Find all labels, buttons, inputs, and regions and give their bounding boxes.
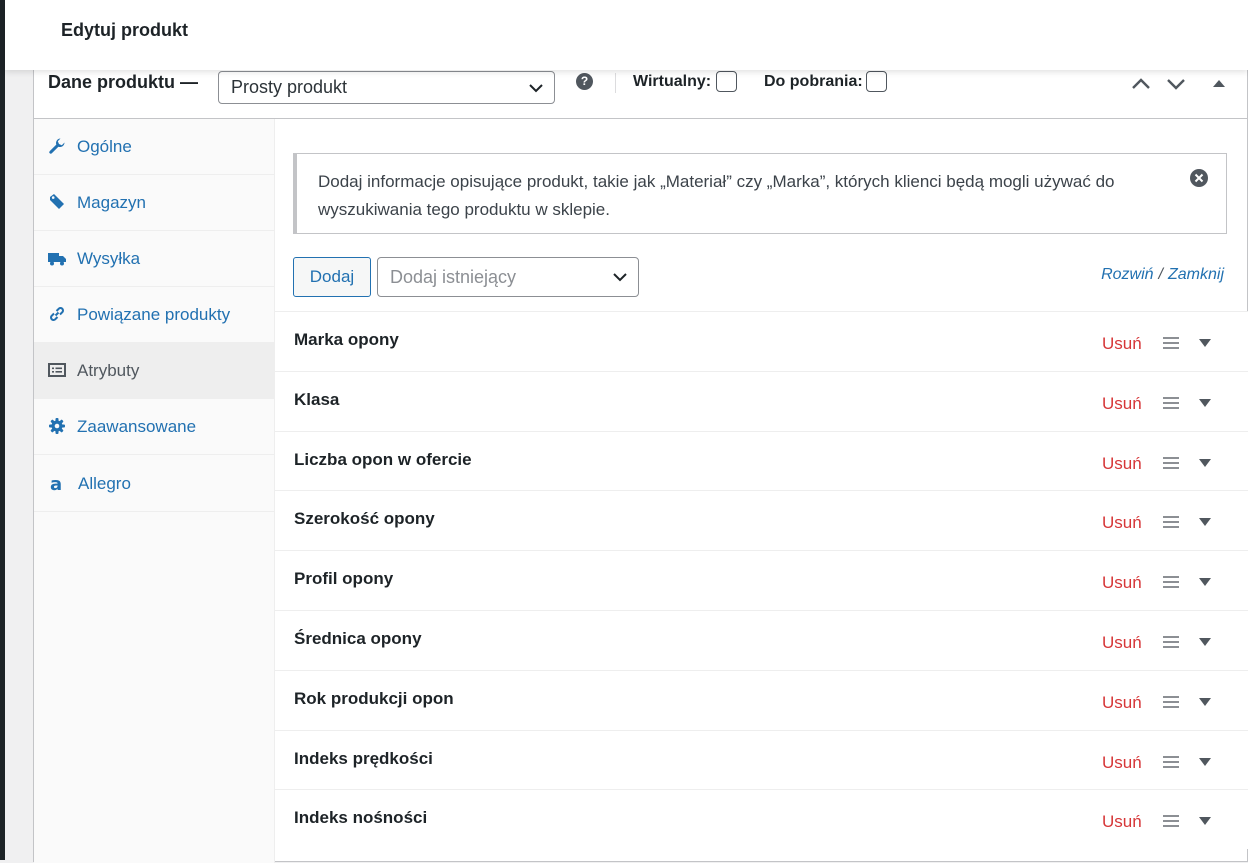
sidebar-item-label: Atrybuty [77,361,140,380]
product-data-label: Dane produktu — [48,72,199,92]
attribute-row[interactable]: Profil opony Usuń [275,550,1248,610]
attributes-panel: Dodaj informacje opisujące produkt, taki… [275,119,1248,863]
admin-menu-edge [0,0,5,860]
remove-attribute-link[interactable]: Usuń [1102,334,1142,354]
sidebar-item-label: Wysyłka [77,249,141,268]
chevron-up-icon[interactable] [1130,73,1152,95]
sidebar-item-allegro[interactable]: a Allegro [34,455,275,512]
product-type-value: Prosty produkt [231,77,348,97]
link-separator: / [1158,266,1163,283]
attribute-name[interactable]: Indeks prędkości [294,749,433,769]
attribute-name[interactable]: Profil opony [294,569,393,589]
remove-attribute-link[interactable]: Usuń [1102,693,1142,713]
attribute-row[interactable]: Średnica opony Usuń [275,610,1248,670]
chevron-down-icon [529,84,543,93]
attribute-row[interactable]: Indeks prędkości Usuń [275,730,1248,790]
drag-handle-icon[interactable] [1163,815,1179,827]
collapse-all-link[interactable]: Zamknij [1168,266,1224,283]
sidebar-item-label: Allegro [78,474,131,493]
product-data-panel: Dane produktu — Prosty produkt ? Wirtual… [33,62,1248,863]
expand-triangle-icon[interactable] [1198,398,1212,408]
expand-all-link[interactable]: Rozwiń [1101,266,1153,283]
tag-icon [50,194,64,209]
gear-icon [49,418,65,434]
expand-triangle-icon[interactable] [1198,637,1212,647]
downloadable-checkbox[interactable] [866,71,887,92]
attribute-name[interactable]: Marka opony [294,330,399,350]
sidebar-item-label: Ogólne [77,137,132,156]
remove-attribute-link[interactable]: Usuń [1102,454,1142,474]
attribute-row[interactable]: Rok produkcji opon Usuń [275,670,1248,730]
remove-attribute-link[interactable]: Usuń [1102,753,1142,773]
expand-triangle-icon[interactable] [1198,458,1212,468]
drag-handle-icon[interactable] [1163,457,1179,469]
sidebar-item-label: Zaawansowane [77,417,197,436]
attribute-name[interactable]: Klasa [294,390,339,410]
expand-triangle-icon[interactable] [1198,697,1212,707]
sidebar-item-attributes[interactable]: Atrybuty [34,343,275,399]
attribute-row[interactable]: Marka opony Usuń [275,311,1248,371]
svg-text:a: a [50,474,62,492]
drag-handle-icon[interactable] [1163,756,1179,768]
expand-triangle-icon[interactable] [1198,577,1212,587]
question-circle-icon[interactable]: ? [576,73,593,90]
existing-attribute-placeholder: Dodaj istniejący [390,267,517,287]
close-circle-icon[interactable] [1190,169,1208,187]
sidebar-item-general[interactable]: Ogólne [34,119,275,175]
truck-icon [48,253,66,266]
remove-attribute-link[interactable]: Usuń [1102,633,1142,653]
remove-attribute-link[interactable]: Usuń [1102,812,1142,832]
list-view-icon [48,363,66,377]
drag-handle-icon[interactable] [1163,516,1179,528]
expand-triangle-icon[interactable] [1198,338,1212,348]
link-icon [50,307,64,321]
sidebar-item-inventory[interactable]: Magazyn [34,175,275,231]
virtual-checkbox[interactable] [716,71,737,92]
expand-triangle-icon[interactable] [1198,816,1212,826]
product-data-header: Dane produktu — Prosty produkt ? Wirtual… [34,63,1247,119]
attribute-name[interactable]: Rok produkcji opon [294,689,454,709]
notice-text: Dodaj informacje opisujące produkt, taki… [318,172,1115,219]
drag-handle-icon[interactable] [1163,337,1179,349]
remove-attribute-link[interactable]: Usuń [1102,513,1142,533]
info-notice: Dodaj informacje opisujące produkt, taki… [293,153,1227,234]
drag-handle-icon[interactable] [1163,636,1179,648]
allegro-a-icon: a [50,474,62,492]
expand-triangle-icon[interactable] [1198,757,1212,767]
attribute-row[interactable]: Szerokość opony Usuń [275,490,1248,550]
drag-handle-icon[interactable] [1163,696,1179,708]
sidebar-item-label: Magazyn [77,193,146,212]
chevron-down-icon [613,273,627,282]
attribute-name[interactable]: Średnica opony [294,629,422,649]
sidebar-item-linked-products[interactable]: Powiązane produkty [34,287,275,343]
sidebar-item-label: Powiązane produkty [77,305,231,324]
chevron-down-icon[interactable] [1165,73,1187,95]
header-divider [615,73,616,93]
remove-attribute-link[interactable]: Usuń [1102,394,1142,414]
sidebar-item-shipping[interactable]: Wysyłka [34,231,275,287]
virtual-label: Wirtualny: [633,73,712,90]
product-tabs-sidebar: Ogólne Magazyn Wysyłka Powiązane produkt… [34,119,275,863]
wrench-icon [49,138,65,154]
downloadable-label: Do pobrania: [764,73,863,90]
attribute-name[interactable]: Szerokość opony [294,509,435,529]
expand-triangle-icon[interactable] [1198,517,1212,527]
sidebar-item-advanced[interactable]: Zaawansowane [34,399,275,455]
attribute-name[interactable]: Liczba opon w ofercie [294,450,472,470]
drag-handle-icon[interactable] [1163,576,1179,588]
remove-attribute-link[interactable]: Usuń [1102,573,1142,593]
product-type-select[interactable]: Prosty produkt [218,71,555,104]
expand-collapse-links: Rozwiń / Zamknij [1101,266,1224,284]
drag-handle-icon[interactable] [1163,397,1179,409]
attribute-name[interactable]: Indeks nośności [294,808,427,828]
attribute-row[interactable]: Indeks nośności Usuń [275,789,1248,849]
top-header: Edytuj produkt [5,0,1248,70]
add-attribute-button[interactable]: Dodaj [293,257,371,297]
attribute-row[interactable]: Liczba opon w ofercie Usuń [275,431,1248,491]
page-title: Edytuj produkt [61,20,188,40]
attribute-row[interactable]: Klasa Usuń [275,371,1248,431]
existing-attribute-select[interactable]: Dodaj istniejący [377,257,639,297]
collapse-triangle-icon[interactable] [1212,73,1226,95]
